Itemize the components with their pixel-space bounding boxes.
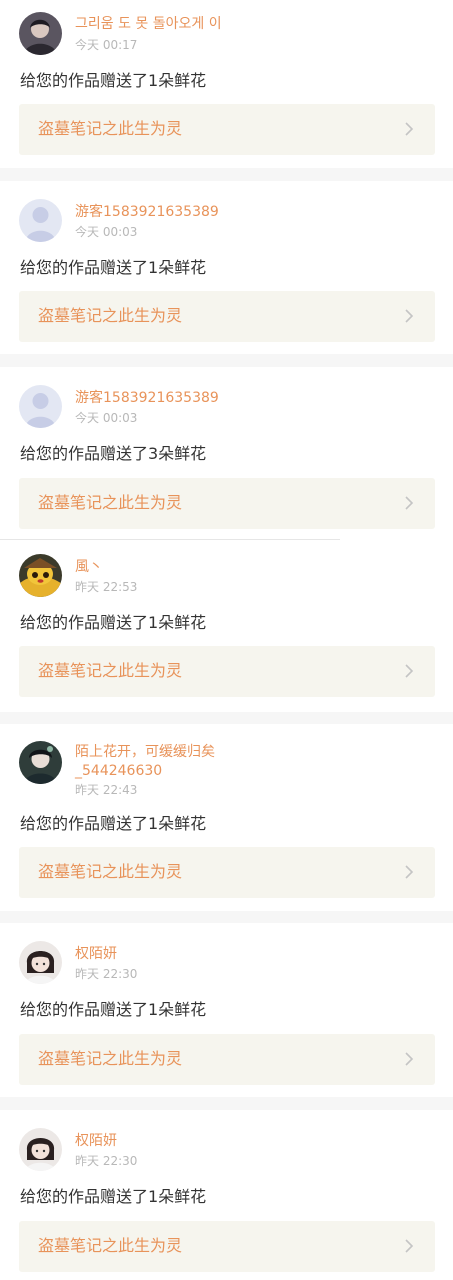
default-user-avatar-icon	[19, 385, 62, 428]
avatar[interactable]	[19, 741, 62, 784]
divider	[0, 539, 340, 540]
avatar[interactable]	[19, 1128, 62, 1171]
sender-name-line-2[interactable]: _544246630	[75, 762, 433, 780]
timestamp: 今天 00:03	[75, 225, 138, 239]
gift-message: 给您的作品赠送了1朵鲜花	[20, 814, 207, 833]
work-title: 盗墓笔记之此生为灵	[38, 119, 183, 138]
gift-message: 给您的作品赠送了1朵鲜花	[20, 71, 207, 90]
chevron-right-icon	[405, 664, 414, 678]
chevron-right-icon	[405, 865, 414, 879]
timestamp: 今天 00:17	[75, 38, 138, 52]
sender-name[interactable]: 風丶	[75, 558, 433, 576]
chevron-right-icon	[405, 496, 414, 510]
timestamp: 昨天 22:30	[75, 967, 138, 981]
notification-card: 权陌妍 昨天 22:30 给您的作品赠送了1朵鲜花 盗墓笔记之此生为灵	[0, 923, 453, 1097]
gift-message: 给您的作品赠送了1朵鲜花	[20, 613, 207, 632]
chevron-right-icon	[405, 1239, 414, 1253]
sender-name[interactable]: 游客1583921635389	[75, 389, 433, 407]
sender-name[interactable]: 游客1583921635389	[75, 203, 433, 221]
chevron-right-icon	[405, 309, 414, 323]
gift-message: 给您的作品赠送了1朵鲜花	[20, 1187, 207, 1206]
work-title: 盗墓笔记之此生为灵	[38, 493, 183, 512]
cartoon-detective-avatar-icon	[19, 554, 62, 597]
work-link[interactable]: 盗墓笔记之此生为灵	[19, 104, 435, 155]
work-link[interactable]: 盗墓笔记之此生为灵	[19, 291, 435, 342]
avatar[interactable]	[19, 941, 62, 984]
avatar[interactable]	[19, 199, 62, 242]
sender-name[interactable]: 权陌妍	[75, 945, 433, 963]
notification-card: 游客1583921635389 今天 00:03 给您的作品赠送了1朵鲜花 盗墓…	[0, 181, 453, 354]
anime-character-avatar-icon	[19, 741, 62, 784]
girl-photo-avatar-icon	[19, 1128, 62, 1171]
gift-message: 给您的作品赠送了3朵鲜花	[20, 444, 207, 463]
girl-photo-avatar-icon	[19, 941, 62, 984]
work-title: 盗墓笔记之此生为灵	[38, 862, 183, 881]
notification-card: 游客1583921635389 今天 00:03 给您的作品赠送了3朵鲜花 盗墓…	[0, 367, 453, 712]
notification-card: 陌上花开，可缓缓归矣 _544246630 昨天 22:43 给您的作品赠送了1…	[0, 724, 453, 911]
work-link[interactable]: 盗墓笔记之此生为灵	[19, 1034, 435, 1085]
chevron-right-icon	[405, 122, 414, 136]
chevron-right-icon	[405, 1052, 414, 1066]
avatar[interactable]	[19, 385, 62, 428]
gift-message: 给您的作品赠送了1朵鲜花	[20, 1000, 207, 1019]
dark-photo-avatar-icon	[19, 12, 62, 55]
work-link[interactable]: 盗墓笔记之此生为灵	[19, 1221, 435, 1272]
notification-card: 그리움 도 못 돌아오게 이 今天 00:17 给您的作品赠送了1朵鲜花 盗墓笔…	[0, 0, 453, 168]
default-user-avatar-icon	[19, 199, 62, 242]
gift-message: 给您的作品赠送了1朵鲜花	[20, 258, 207, 277]
work-link[interactable]: 盗墓笔记之此生为灵	[19, 847, 435, 898]
avatar[interactable]	[19, 554, 62, 597]
sender-name-line-1[interactable]: 陌上花开，可缓缓归矣	[75, 743, 433, 761]
timestamp: 今天 00:03	[75, 411, 138, 425]
notification-card: 权陌妍 昨天 22:30 给您的作品赠送了1朵鲜花 盗墓笔记之此生为灵	[0, 1110, 453, 1280]
work-link[interactable]: 盗墓笔记之此生为灵	[19, 646, 435, 697]
work-title: 盗墓笔记之此生为灵	[38, 661, 183, 680]
work-title: 盗墓笔记之此生为灵	[38, 1049, 183, 1068]
timestamp: 昨天 22:53	[75, 580, 138, 594]
avatar[interactable]	[19, 12, 62, 55]
timestamp: 昨天 22:30	[75, 1154, 138, 1168]
work-link[interactable]: 盗墓笔记之此生为灵	[19, 478, 435, 529]
timestamp: 昨天 22:43	[75, 783, 138, 797]
sender-name[interactable]: 그리움 도 못 돌아오게 이	[75, 15, 433, 33]
notification-list: 그리움 도 못 돌아오게 이 今天 00:17 给您的作品赠送了1朵鲜花 盗墓笔…	[0, 0, 453, 1280]
work-title: 盗墓笔记之此生为灵	[38, 1236, 183, 1255]
sender-name[interactable]: 权陌妍	[75, 1132, 433, 1150]
work-title: 盗墓笔记之此生为灵	[38, 306, 183, 325]
